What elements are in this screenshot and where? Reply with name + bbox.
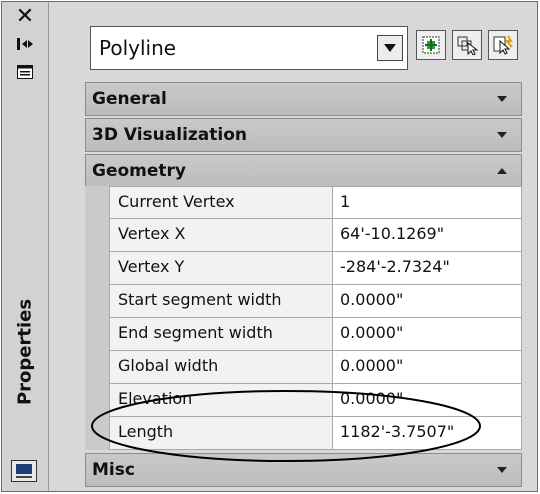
properties-window-icon[interactable] (11, 460, 37, 482)
property-value[interactable]: -284'-2.7324" (332, 252, 522, 285)
property-value[interactable]: 64'-10.1269" (332, 219, 522, 252)
property-row-current-vertex[interactable]: Current Vertex 1 (85, 186, 522, 219)
property-value[interactable]: 0.0000" (332, 384, 522, 417)
section-geometry[interactable]: Geometry (85, 154, 522, 188)
chevron-down-icon (497, 96, 507, 102)
property-row-global-width[interactable]: Global width 0.0000" (85, 351, 522, 384)
palette-title-strip[interactable]: ✕ Properties (2, 2, 49, 491)
geometry-property-grid: Current Vertex 1 Vertex X 64'-10.1269" Ver… (85, 186, 522, 450)
chevron-down-icon (497, 467, 507, 473)
properties-main: Polyline General 3D Visualization Geomet… (49, 2, 537, 491)
properties-menu-icon[interactable] (2, 64, 48, 84)
property-row-length[interactable]: Length 1182'-3.7507" (85, 417, 522, 450)
quick-select-icon (493, 35, 513, 55)
property-row-elevation[interactable]: Elevation 0.0000" (85, 384, 522, 417)
properties-palette: ✕ Properties Polyline General 3D Visuali (1, 1, 538, 492)
property-value[interactable]: 1182'-3.7507" (332, 417, 522, 450)
property-row-end-segment-width[interactable]: End segment width 0.0000" (85, 318, 522, 351)
select-objects-button[interactable] (452, 30, 482, 60)
property-value[interactable]: 0.0000" (332, 351, 522, 384)
toggle-pickadd-button[interactable] (416, 30, 446, 60)
toggle-pickadd-icon (422, 36, 440, 54)
section-general[interactable]: General (85, 82, 522, 116)
property-value[interactable]: 1 (332, 186, 522, 219)
quick-select-button[interactable] (488, 30, 518, 60)
property-value[interactable]: 0.0000" (332, 285, 522, 318)
chevron-up-icon (497, 168, 507, 174)
property-row-vertex-y[interactable]: Vertex Y -284'-2.7324" (85, 252, 522, 285)
palette-title: Properties (14, 298, 36, 406)
autohide-icon[interactable] (2, 36, 48, 54)
close-icon[interactable]: ✕ (2, 6, 48, 28)
chevron-down-icon[interactable] (377, 35, 403, 61)
section-3d-visualization[interactable]: 3D Visualization (85, 118, 522, 152)
property-row-vertex-x[interactable]: Vertex X 64'-10.1269" (85, 219, 522, 252)
chevron-down-icon (497, 132, 507, 138)
property-row-start-segment-width[interactable]: Start segment width 0.0000" (85, 285, 522, 318)
object-type-value: Polyline (99, 36, 177, 60)
section-misc[interactable]: Misc (85, 453, 522, 487)
select-objects-icon (457, 36, 479, 55)
object-type-dropdown[interactable]: Polyline (90, 26, 408, 70)
property-value[interactable]: 0.0000" (332, 318, 522, 351)
